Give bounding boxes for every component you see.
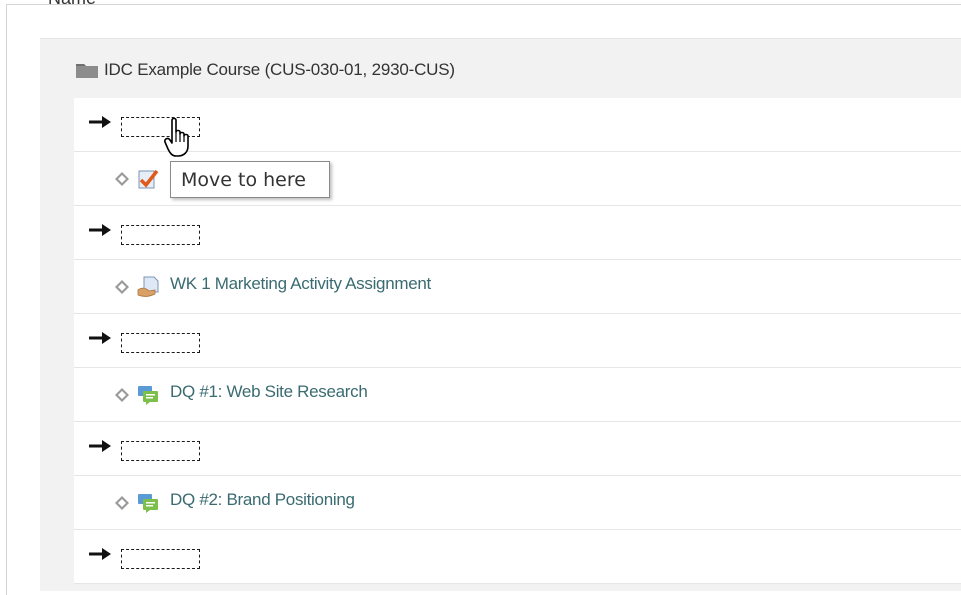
arrow-right-icon (89, 224, 111, 236)
activity-row: WK 1 Marketing Activity Assignment (74, 260, 961, 314)
move-to-here-target[interactable] (121, 441, 200, 461)
activity-link[interactable]: DQ #2: Brand Positioning (170, 490, 355, 510)
move-handle-icon[interactable] (114, 279, 130, 295)
activity-link[interactable]: WK 1 Marketing Activity Assignment (170, 274, 431, 294)
activity-row: DQ #1: Web Site Research (74, 368, 961, 422)
move-target-row (74, 422, 961, 476)
arrow-right-icon (89, 548, 111, 560)
move-to-here-target[interactable] (121, 333, 200, 353)
move-to-here-target[interactable] (121, 225, 200, 245)
move-target-row (74, 206, 961, 260)
move-target-row (74, 314, 961, 368)
course-header: IDC Example Course (CUS-030-01, 2930-CUS… (75, 57, 455, 83)
hand-cursor-icon (164, 118, 189, 157)
move-target-row (74, 530, 961, 584)
move-handle-icon[interactable] (114, 171, 130, 187)
quiz-icon (138, 169, 159, 189)
forum-icon (138, 494, 158, 513)
folder-icon (76, 64, 98, 78)
move-target-row (74, 98, 961, 152)
assignment-icon (137, 276, 159, 297)
activity-row: DQ #2: Brand Positioning (74, 476, 961, 530)
name-column-header[interactable]: Name (48, 0, 96, 9)
arrow-right-icon (89, 332, 111, 344)
activity-link[interactable]: DQ #1: Web Site Research (170, 382, 368, 402)
course-title: IDC Example Course (CUS-030-01, 2930-CUS… (104, 60, 455, 79)
arrow-right-icon (89, 116, 111, 128)
forum-icon (138, 386, 158, 405)
move-tooltip: Move to here (170, 161, 330, 198)
move-handle-icon[interactable] (114, 495, 130, 511)
arrow-right-icon (89, 440, 111, 452)
move-handle-icon[interactable] (114, 387, 130, 403)
move-to-here-target[interactable] (121, 549, 200, 569)
